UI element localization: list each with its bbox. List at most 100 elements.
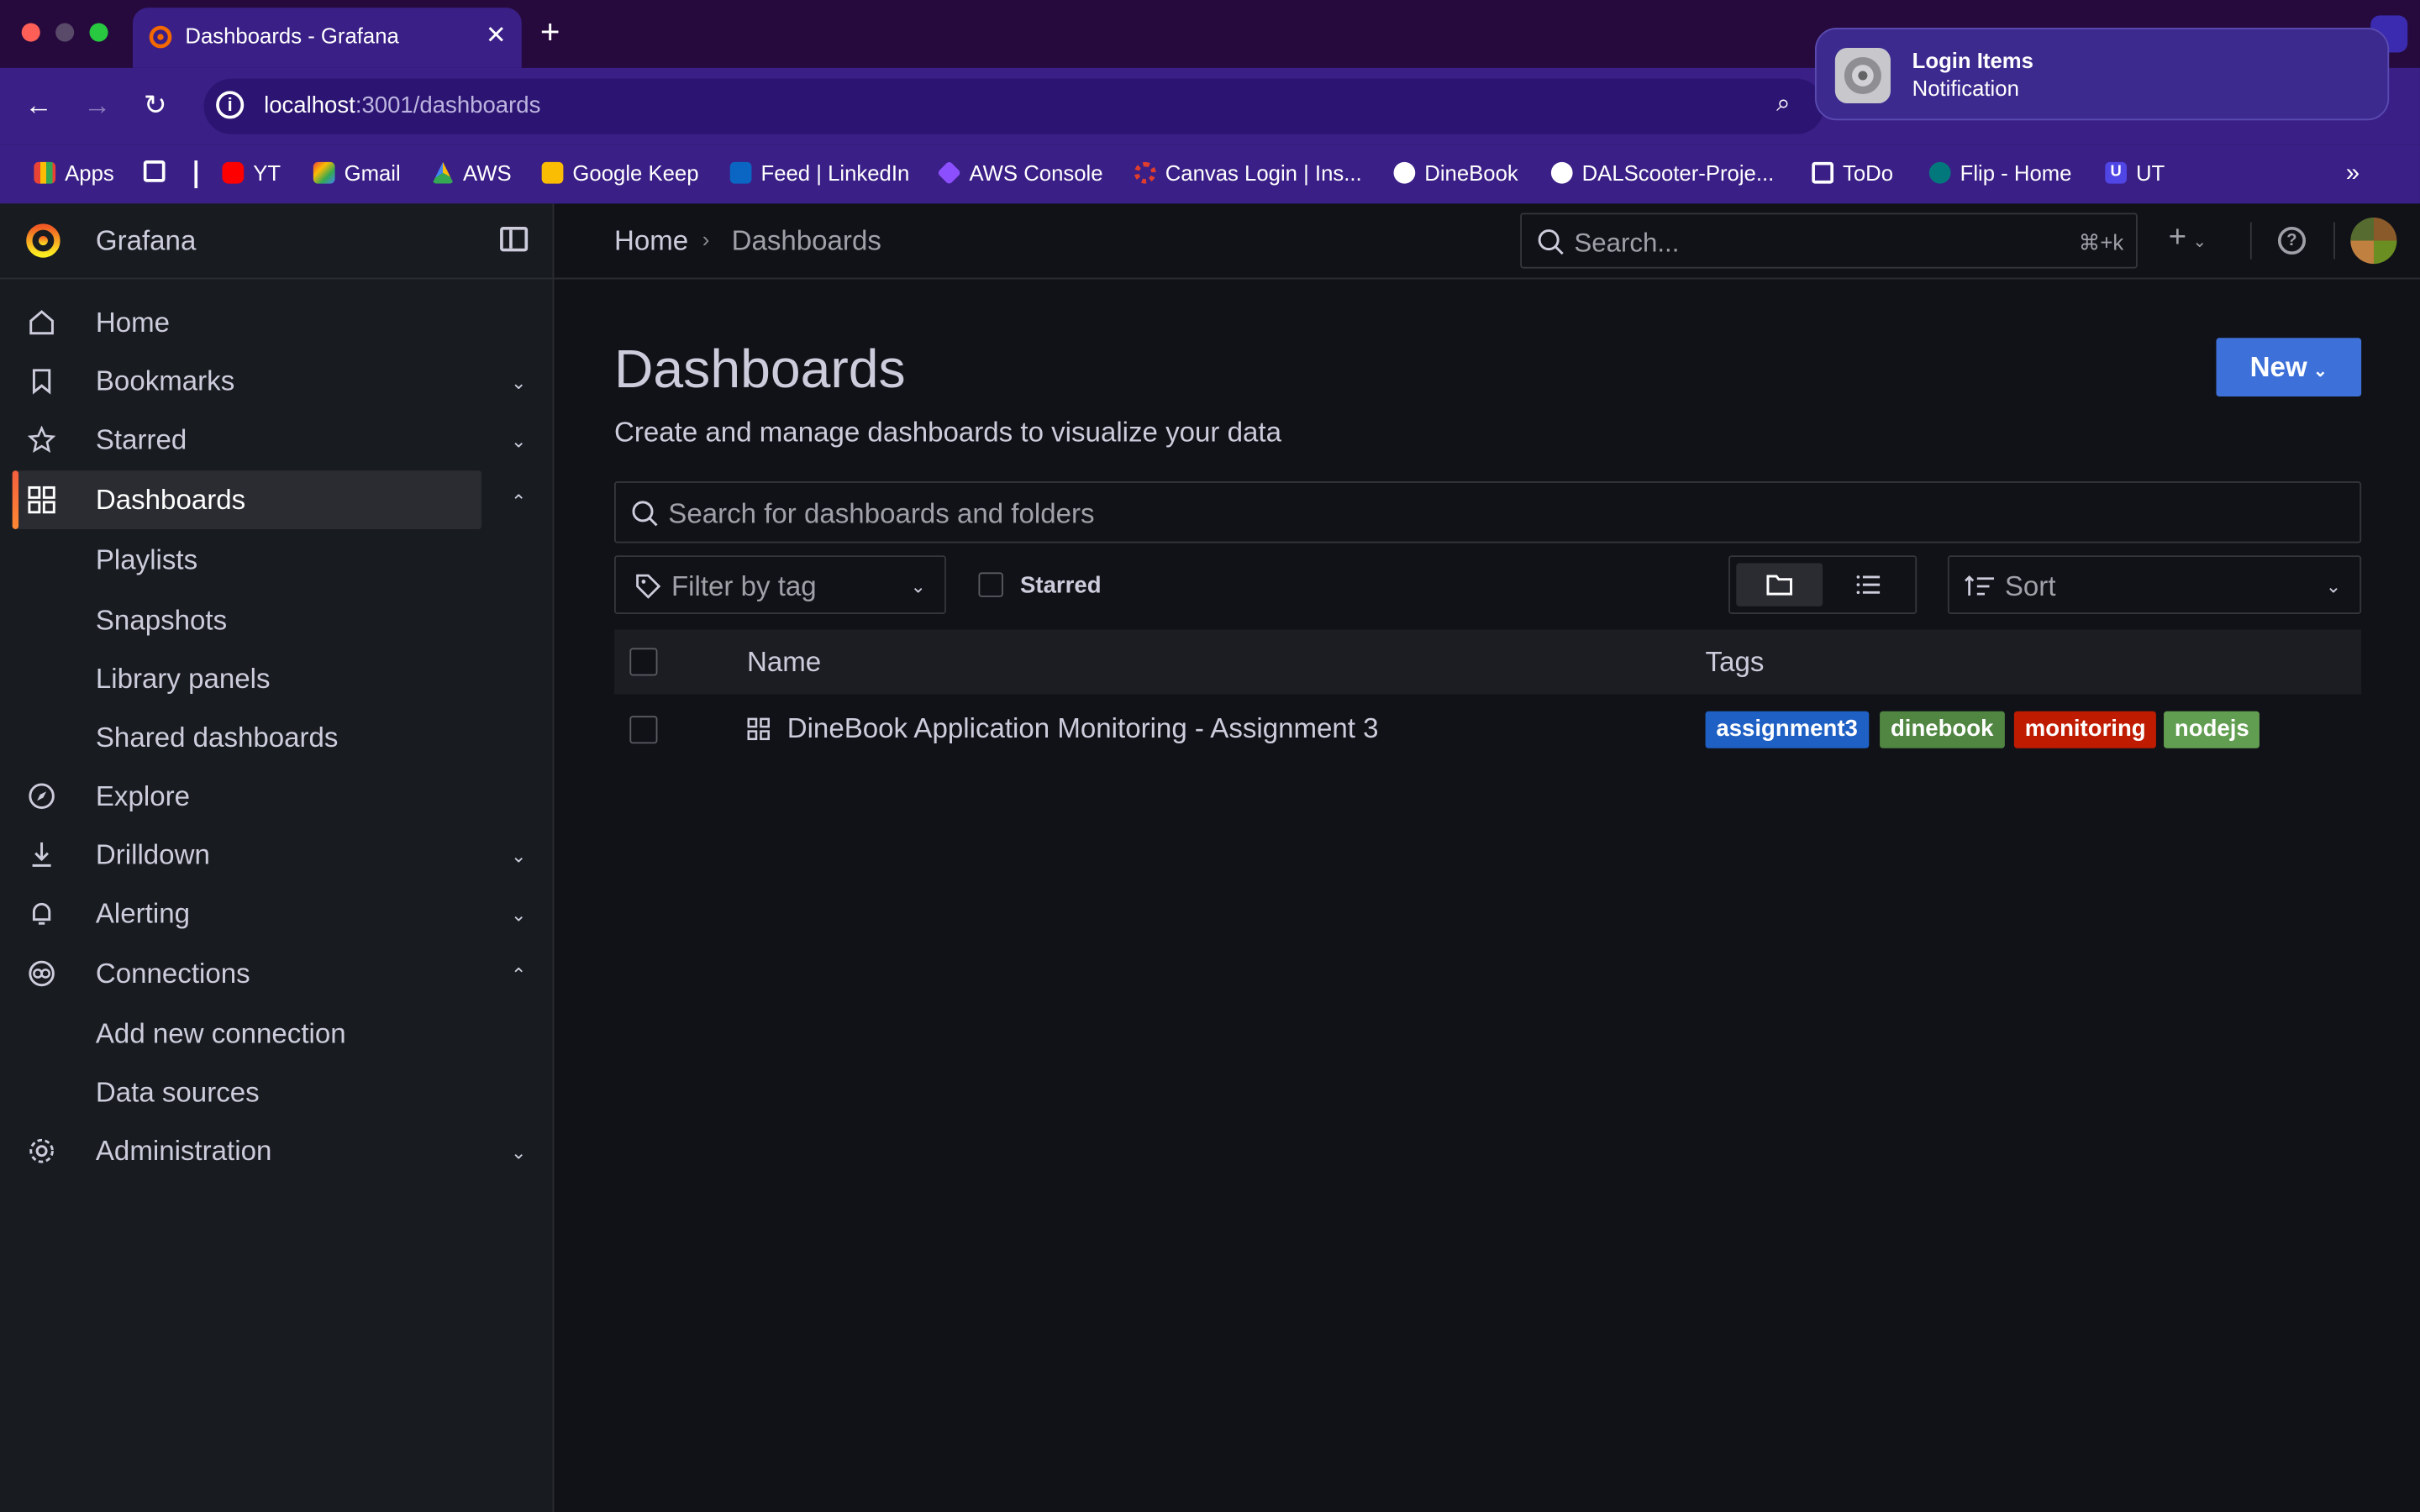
chevron-down-icon[interactable]: ⌄	[511, 904, 526, 926]
nav-home[interactable]: Home	[13, 293, 481, 352]
bookmark-google-keep[interactable]: Google Keep	[541, 160, 699, 185]
nav-dashboards[interactable]: Dashboards	[12, 470, 482, 529]
new-button[interactable]: New ⌄	[2216, 338, 2362, 397]
nav-administration[interactable]: Administration	[13, 1121, 481, 1180]
nav-alerting[interactable]: Alerting	[13, 884, 481, 942]
search-placeholder: Search...	[1574, 228, 1680, 258]
keep-icon	[541, 161, 564, 184]
nav-starred[interactable]: Starred	[13, 411, 481, 470]
dashboard-grid-icon	[747, 717, 770, 741]
chevron-up-icon[interactable]: ⌃	[511, 491, 526, 512]
chevron-down-icon[interactable]: ⌄	[511, 372, 526, 394]
bookmark-dinebook[interactable]: DineBook	[1393, 160, 1518, 186]
nav-snapshots[interactable]: Snapshots	[96, 605, 227, 638]
bookmark-canvas[interactable]: Canvas Login | Ins...	[1134, 160, 1362, 185]
table-row[interactable]: DineBook Application Monitoring - Assign…	[614, 695, 2361, 765]
avatar[interactable]	[2350, 217, 2397, 265]
tab-groups-icon[interactable]	[143, 160, 166, 182]
dashboard-name-link[interactable]: DineBook Application Monitoring - Assign…	[787, 713, 1379, 746]
dashboard-search-input[interactable]: Search for dashboards and folders	[614, 481, 2362, 543]
starred-label[interactable]: Starred	[1020, 572, 1101, 598]
nav-library-panels[interactable]: Library panels	[96, 664, 271, 696]
bookmark-dalscooter[interactable]: DALScooter-Proje...	[1550, 160, 1774, 185]
nav-label: Administration	[95, 1135, 272, 1167]
top-search-input[interactable]: Search... ⌘+k	[1520, 213, 2138, 269]
window-close-button[interactable]	[21, 23, 40, 42]
u-icon: U	[2105, 161, 2127, 184]
url-path: :3001/dashboards	[355, 92, 541, 119]
chevron-down-icon[interactable]: ⌄	[511, 1142, 526, 1163]
nav-shared-dashboards[interactable]: Shared dashboards	[96, 722, 339, 755]
bookmark-label: Apps	[65, 160, 114, 186]
drive-icon	[432, 161, 454, 184]
bell-icon	[32, 902, 51, 925]
bookmark-ut[interactable]: U UT	[2105, 160, 2165, 185]
login-items-notification[interactable]: Login Items Notification	[1814, 28, 2390, 121]
bookmark-icon	[32, 369, 51, 395]
nav-data-sources[interactable]: Data sources	[96, 1077, 260, 1110]
bookmark-gmail[interactable]: Gmail	[313, 160, 401, 185]
bookmark-aws[interactable]: AWS	[432, 160, 512, 185]
nav-playlists[interactable]: Playlists	[96, 544, 197, 577]
nav-drilldown[interactable]: Drilldown	[13, 826, 481, 885]
address-bar[interactable]: i localhost:3001/dashboards ⌕	[203, 78, 1824, 134]
help-icon[interactable]: ?	[2277, 226, 2307, 255]
bookmark-label: Gmail	[344, 160, 401, 186]
bookmark-aws-console[interactable]: AWS Console	[937, 160, 1103, 185]
chevron-down-icon[interactable]: ⌄	[511, 846, 526, 868]
starred-checkbox[interactable]	[978, 572, 1003, 597]
url-text: localhost:3001/dashboards	[264, 92, 540, 118]
bookmark-yt[interactable]: YT	[222, 160, 281, 185]
bookmark-label: DineBook	[1424, 160, 1518, 186]
app-name: Grafana	[95, 225, 197, 256]
browser-tab-active[interactable]: Dashboards - Grafana ✕	[132, 8, 522, 68]
chevron-up-icon[interactable]: ⌃	[511, 964, 526, 986]
filter-by-tag-select[interactable]: Filter by tag ⌄	[614, 555, 946, 615]
tag-dinebook[interactable]: dinebook	[1880, 711, 2005, 748]
reload-icon[interactable]: ↻	[144, 90, 167, 123]
window-zoom-button[interactable]	[89, 23, 108, 42]
folder-view-button[interactable]	[1736, 563, 1823, 606]
tag-assignment3[interactable]: assignment3	[1705, 711, 1869, 748]
list-icon	[1856, 575, 1881, 595]
sidebar: Grafana Home Bookmarks ⌄ Starred ⌄ Dashb…	[0, 203, 555, 1512]
bookmark-label: UT	[2135, 160, 2165, 186]
sidebar-header: Grafana	[0, 203, 553, 280]
sort-select[interactable]: Sort ⌄	[1947, 555, 2362, 615]
search-placeholder: Search for dashboards and folders	[668, 498, 1095, 529]
link-icon	[29, 960, 55, 987]
bookmarks-bar: Apps YT Gmail AWS Google Keep Feed | Lin…	[0, 144, 2420, 204]
bookmark-apps[interactable]: Apps	[34, 160, 114, 186]
back-arrow-icon[interactable]: ←	[24, 90, 52, 123]
dock-menu-icon[interactable]	[500, 226, 529, 252]
row-checkbox[interactable]	[629, 716, 658, 744]
more-bookmarks-icon[interactable]: »	[2346, 160, 2360, 188]
divider	[2333, 222, 2335, 260]
forward-arrow-icon[interactable]: →	[83, 90, 111, 123]
new-tab-button[interactable]: +	[540, 13, 560, 51]
window-minimize-button[interactable]	[55, 23, 75, 42]
bookmark-linkedin[interactable]: Feed | LinkedIn	[729, 160, 909, 185]
column-header-name: Name	[746, 646, 822, 678]
bookmark-todo[interactable]: ToDo	[1812, 160, 1893, 185]
list-view-button[interactable]	[1826, 563, 1912, 606]
breadcrumb-home[interactable]: Home	[614, 225, 688, 258]
nav-connections[interactable]: Connections	[13, 944, 481, 1003]
tag-monitoring[interactable]: monitoring	[2013, 711, 2157, 748]
close-tab-icon[interactable]: ✕	[486, 20, 507, 51]
chevron-down-icon[interactable]: ⌄	[511, 430, 526, 452]
nav-label: Home	[95, 307, 171, 339]
zoom-icon[interactable]: ⌕	[1776, 91, 1790, 118]
nav-explore[interactable]: Explore	[13, 767, 481, 826]
tag-icon	[636, 574, 661, 599]
bookmark-flip-home[interactable]: Flip - Home	[1928, 160, 2072, 186]
breadcrumb-separator-icon: ›	[702, 226, 710, 252]
grafana-logo-icon[interactable]	[24, 221, 64, 261]
nav-add-new-connection[interactable]: Add new connection	[96, 1018, 346, 1051]
select-all-checkbox[interactable]	[629, 648, 658, 676]
bookmark-label: Flip - Home	[1960, 160, 2072, 186]
nav-bookmarks[interactable]: Bookmarks	[13, 352, 481, 411]
site-info-icon[interactable]: i	[216, 91, 245, 119]
add-menu-button[interactable]: + ⌄	[2169, 221, 2207, 256]
tag-nodejs[interactable]: nodejs	[2164, 711, 2260, 748]
